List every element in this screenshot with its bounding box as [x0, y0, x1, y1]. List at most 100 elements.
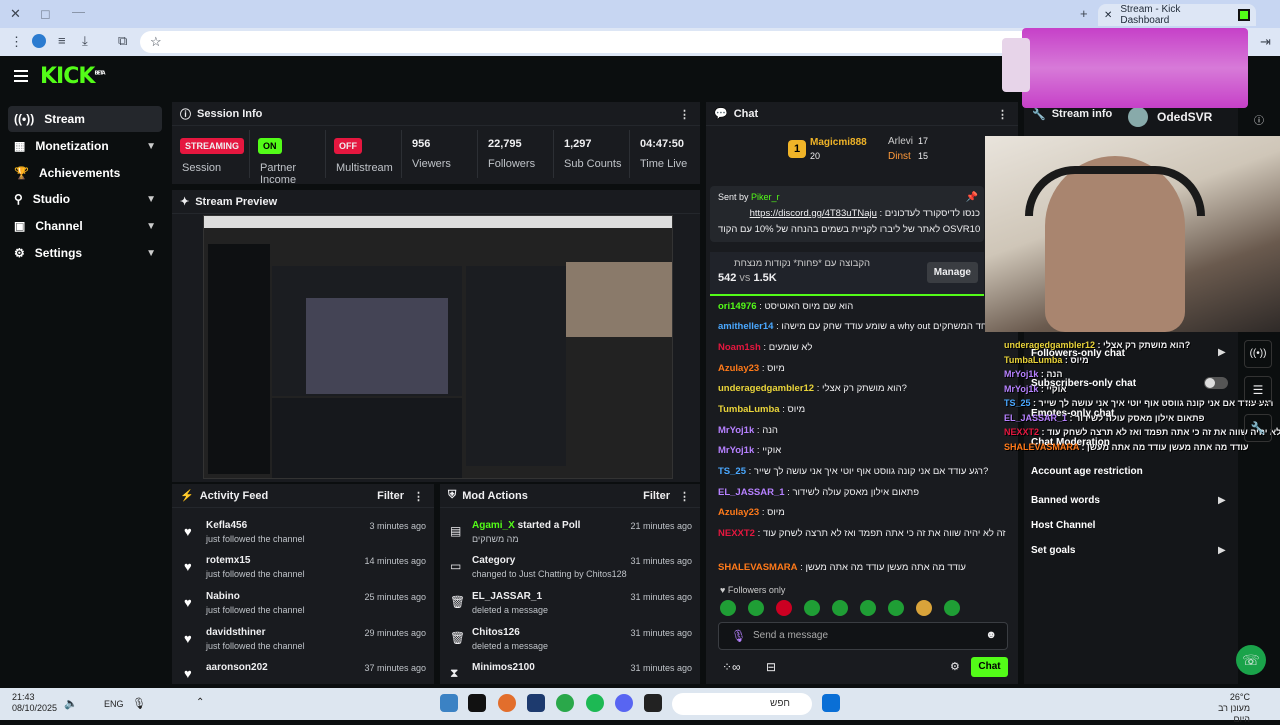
taskbar-app-icon[interactable]	[644, 694, 662, 712]
chat-input[interactable]: 🎙 Send a message ☻	[718, 622, 1008, 650]
more-options-icon[interactable]: ⋮	[679, 490, 690, 503]
tray-up-arrow-icon[interactable]: ⌃	[196, 697, 204, 708]
heart-icon: ♥	[184, 666, 192, 681]
set-goals-item[interactable]: Set goals	[1031, 545, 1075, 556]
emote-icon[interactable]	[720, 600, 736, 616]
emote-icon[interactable]	[944, 600, 960, 616]
manage-poll-button[interactable]: Manage	[926, 262, 978, 283]
heart-icon: ♥	[184, 524, 192, 539]
volume-icon[interactable]: 🔈	[64, 697, 78, 710]
banned-words-item[interactable]: Banned words	[1031, 495, 1100, 506]
lightning-icon: ⚡	[180, 490, 194, 502]
weather-widget[interactable]: 26°C מעונן רב היום	[1200, 692, 1250, 725]
leader-count: 15	[918, 151, 929, 161]
preview-webcam	[566, 262, 672, 337]
emote-icon[interactable]	[776, 600, 792, 616]
leader-name[interactable]: Magicmi888	[810, 137, 867, 148]
session-info-header: ⓘ Session Info ⋮	[172, 102, 700, 126]
chat-message: MrYoj1k : אוקיי	[718, 445, 782, 456]
send-chat-button[interactable]: Chat	[971, 657, 1008, 677]
info-icon[interactable]: ⓘ	[1254, 112, 1264, 127]
taskbar-search[interactable]: חפש	[672, 693, 812, 715]
tab-stream-dashboard[interactable]: ✕ Stream - Kick Dashboard	[1098, 4, 1256, 26]
gift-icon[interactable]: ⊟	[766, 660, 776, 674]
leader-name[interactable]: Dinst	[888, 151, 911, 162]
kick-logo[interactable]: KICKBETA	[40, 64, 106, 89]
support-chat-icon[interactable]: ☏	[1236, 645, 1266, 675]
emote-icon[interactable]	[888, 600, 904, 616]
leader-count: 17	[918, 136, 929, 146]
sidebar-item-channel[interactable]: ▣ Channel ▼	[8, 213, 162, 239]
pinned-message: Sent by Piker_r 📌 כנסו לדיסקורד לעדכונים…	[710, 186, 984, 242]
emote-icon[interactable]	[916, 600, 932, 616]
stream-preview-video[interactable]	[203, 215, 673, 479]
studio-icon: ⚲	[14, 192, 23, 206]
perfume-bottle-icon	[1002, 38, 1030, 92]
mod-filter-button[interactable]: Filter	[643, 490, 670, 502]
chat-settings-icon[interactable]: ⚙	[950, 660, 960, 673]
broadcast-icon[interactable]: ((•))	[1244, 340, 1272, 368]
preview-browser-bar	[204, 216, 672, 228]
sidebar-item-settings[interactable]: ⚙ Settings ▼	[8, 240, 162, 266]
windows-start-icon[interactable]	[822, 694, 840, 712]
emote-icon[interactable]	[804, 600, 820, 616]
layout-icon[interactable]: ☰	[1244, 376, 1272, 404]
mic-icon[interactable]: 🎙	[731, 629, 746, 643]
chevron-down-icon: ▼	[146, 247, 156, 259]
mod-actions-header: ⛨ Mod Actions Filter ⋮	[440, 484, 700, 508]
hamburger-menu-icon[interactable]	[14, 70, 28, 82]
download-icon[interactable]: ⤓	[82, 34, 88, 48]
money-icon: ▦	[14, 139, 26, 153]
emote-icon[interactable]	[860, 600, 876, 616]
taskbar-clock[interactable]: 21:43 08/10/2025	[12, 692, 57, 714]
sidebar-item-studio[interactable]: ⚲ Studio ▼	[8, 186, 162, 212]
host-channel-item[interactable]: Host Channel	[1031, 520, 1095, 531]
taskbar-app-icon[interactable]	[498, 694, 516, 712]
close-tab-icon[interactable]: ✕	[1104, 10, 1112, 21]
chat-message: EL_JASSAR_1 : פתאום אילון מאסק עולה לשיד…	[718, 487, 919, 498]
wrench-icon[interactable]: 🔧	[1244, 414, 1272, 442]
sidebar-item-stream[interactable]: ((•)) Stream	[8, 106, 162, 132]
activity-filter-button[interactable]: Filter	[377, 490, 404, 502]
profile-icon[interactable]	[32, 34, 46, 48]
pin-icon[interactable]: 📌	[966, 192, 978, 203]
chat-message: ori14976 : הוא שם מיוס האוטיסט	[718, 301, 854, 312]
minimize-icon[interactable]: —	[72, 5, 85, 19]
sidebar-item-achievements[interactable]: 🏆 Achievements	[8, 160, 162, 186]
emote-icon[interactable]	[832, 600, 848, 616]
bookmark-star-icon[interactable]: ☆	[150, 35, 162, 49]
new-tab-icon[interactable]: +	[1080, 7, 1088, 21]
stat-viewers: 956 Viewers	[402, 130, 478, 178]
leader-name[interactable]: Arlevi	[888, 136, 913, 147]
settings-dots-icon[interactable]: ⁘∞	[722, 660, 741, 674]
more-options-icon[interactable]: ⋮	[679, 108, 690, 121]
chat-input-placeholder: Send a message	[753, 630, 829, 641]
emoji-icon[interactable]: ☻	[985, 629, 997, 641]
more-options-icon[interactable]: ⋮	[413, 490, 424, 503]
avatar[interactable]	[1128, 107, 1148, 127]
more-icon[interactable]: ⋮	[10, 35, 23, 49]
sidebar-item-monetization[interactable]: ▦ Monetization ▼	[8, 133, 162, 159]
window-menu-icon[interactable]: ✕	[10, 7, 21, 21]
chat-message: underagedgambler12 : הוא מושתק רק אצלי?	[718, 383, 907, 394]
pinned-line-2: לאתר של ליברו לקניית בשמים בהנחה של 10% …	[718, 224, 980, 235]
mic-icon[interactable]: 🎙	[132, 697, 146, 710]
extensions-icon[interactable]: ⧉	[118, 34, 127, 48]
sidebar-toggle-icon[interactable]: ⇥	[1260, 35, 1271, 49]
more-options-icon[interactable]: ⋮	[997, 108, 1008, 121]
leaderboard-rank-badge: 1	[788, 140, 806, 158]
overlay-line: MrYoj1k : אוקיי	[1004, 383, 1067, 394]
emote-icon[interactable]	[748, 600, 764, 616]
spotify-icon[interactable]	[586, 694, 604, 712]
chat-message: TumbaLumba : מיוס	[718, 404, 806, 415]
taskbar-app-icon[interactable]	[440, 694, 458, 712]
capcut-icon[interactable]	[468, 694, 486, 712]
chat-message: Azulay23 : מיוס	[718, 363, 785, 374]
reading-list-icon[interactable]: ≡	[58, 34, 66, 48]
chrome-icon[interactable]	[556, 694, 574, 712]
discord-icon[interactable]	[615, 694, 633, 712]
steam-icon[interactable]	[527, 694, 545, 712]
stream-chat-overlay: underagedgambler12 : הוא מושתק רק אצלי? …	[1004, 338, 1280, 486]
info-icon: ⓘ	[180, 108, 191, 121]
language-indicator[interactable]: ENG	[104, 699, 124, 709]
